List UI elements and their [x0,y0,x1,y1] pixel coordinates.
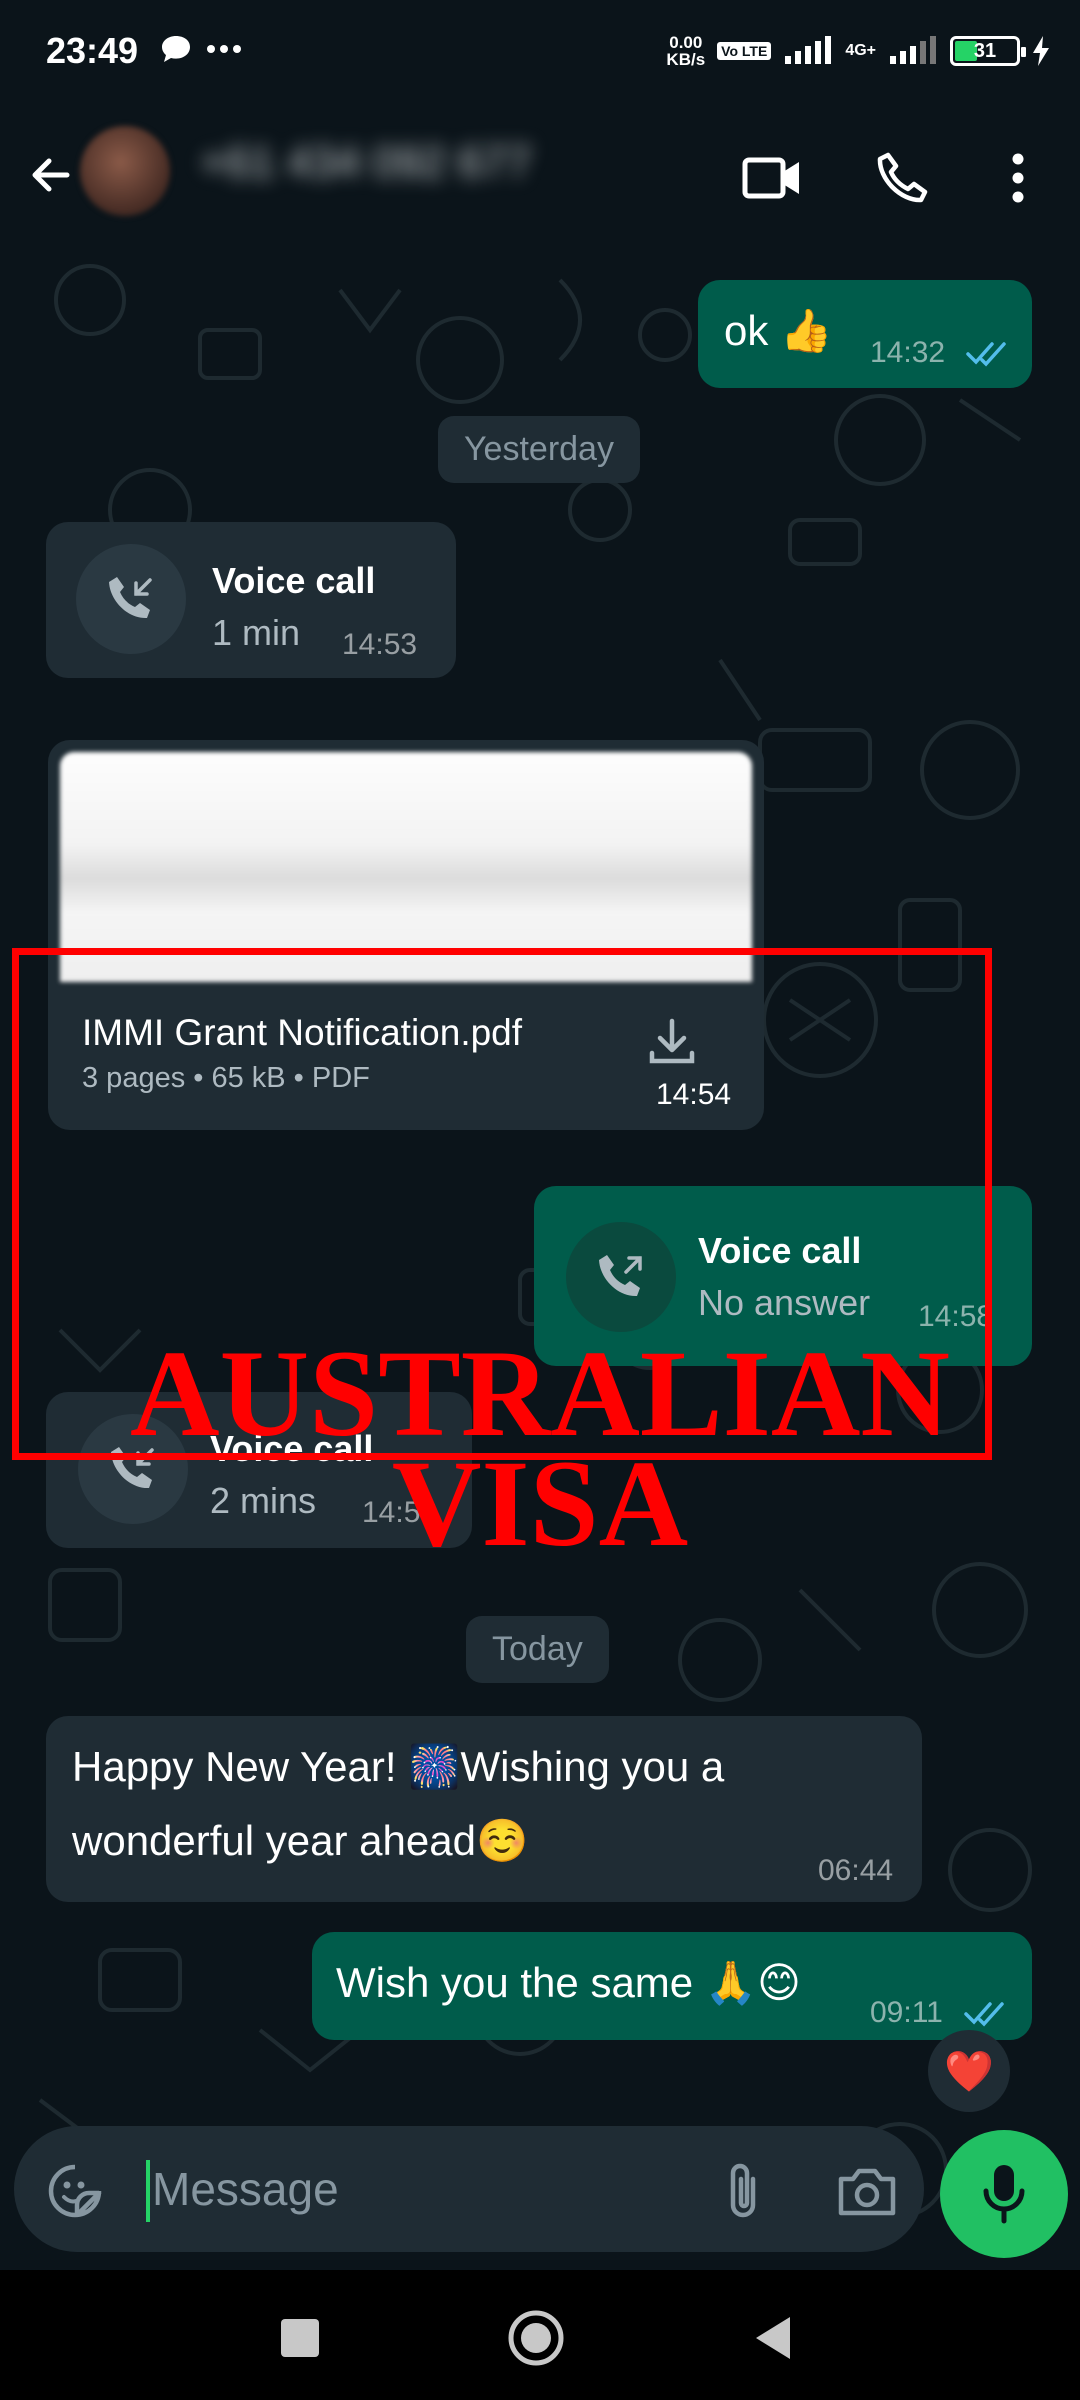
circle-icon [508,2310,564,2366]
message-text-line-1: Happy New Year! 🎆Wishing you a [72,1743,725,1790]
message-input-bar: Message [14,2126,924,2252]
charging-icon [1033,36,1049,66]
phone-icon [877,152,928,203]
message-ok[interactable]: ok 👍 14:32 [698,280,1032,388]
read-receipt-icon [966,342,1006,367]
video-call-button[interactable] [732,138,812,218]
network-speed: 0.00 KB/s [666,33,706,69]
contact-name[interactable]: +61 434 092 677 [200,138,532,188]
message-time: 14:53 [342,628,418,661]
avatar[interactable] [80,126,170,216]
message-time: 14:32 [870,336,946,369]
volte-badge: Vo LTE [717,42,772,60]
recents-button[interactable] [260,2298,340,2378]
status-time: 23:49 [46,30,139,71]
arrow-left-icon [32,158,70,192]
signal-icon [785,36,832,64]
chat-area[interactable]: ok 👍 14:32 Yesterday Voice call 1 min 14… [0,250,1080,2270]
chat-notification-icon [162,36,190,62]
message-text-line-2: wonderful year ahead☺️ [72,1817,529,1864]
reaction-heart[interactable]: ❤️ [928,2030,1010,2112]
incoming-call-icon [109,577,152,619]
message-text: ok 👍 [724,307,833,354]
message-new-year[interactable]: Happy New Year! 🎆Wishing you a wonderful… [46,1716,922,1902]
voice-call-button[interactable] [862,138,942,218]
video-call-icon [742,157,799,199]
text-caret [146,2160,150,2222]
network-type: 4G+ [845,42,876,59]
message-time: 06:44 [818,1854,894,1887]
overlay-text-visa: VISA [391,1435,689,1572]
paperclip-icon [730,2163,756,2218]
sticker-icon [48,2164,102,2218]
message-reply[interactable]: Wish you the same 🙏😊 09:11 [312,1932,1032,2040]
call-icon-circle [76,544,186,654]
voice-call-1[interactable]: Voice call 1 min 14:53 [46,522,456,678]
chat-header: +61 434 092 677 [0,110,1080,250]
call-duration: 1 min [212,612,301,653]
square-icon [281,2319,319,2357]
message-time: 09:11 [870,1996,943,2029]
more-dots-icon [207,45,241,53]
camera-button[interactable] [832,2156,902,2226]
back-button[interactable] [16,140,86,210]
home-button[interactable] [496,2298,576,2378]
battery-indicator: 31 [950,36,1026,66]
back-nav-button[interactable] [732,2298,812,2378]
call-title: Voice call [212,560,376,601]
date-separator-today: Today [466,1616,609,1683]
message-text: Wish you the same 🙏😊 [336,1959,801,2006]
system-navigation-bar [0,2270,1080,2400]
date-separator-yesterday: Yesterday [438,416,640,483]
emoji-sticker-button[interactable] [40,2156,110,2226]
message-input[interactable]: Message [152,2162,339,2216]
triangle-back-icon [756,2317,790,2359]
microphone-icon [983,2165,1025,2224]
status-bar: 23:49 0.00 KB/s Vo LTE 4G+ 31 [0,0,1080,110]
status-notification-icons [160,34,242,64]
read-receipt-icon [964,2002,1004,2027]
attach-button[interactable] [708,2156,778,2226]
status-indicators: 0.00 KB/s Vo LTE 4G+ 31 [666,34,1050,68]
signal-icon-2 [890,36,936,64]
more-options-button[interactable] [978,138,1058,218]
more-vertical-icon [1012,153,1024,203]
voice-message-button[interactable] [940,2130,1068,2258]
camera-icon [838,2168,896,2216]
